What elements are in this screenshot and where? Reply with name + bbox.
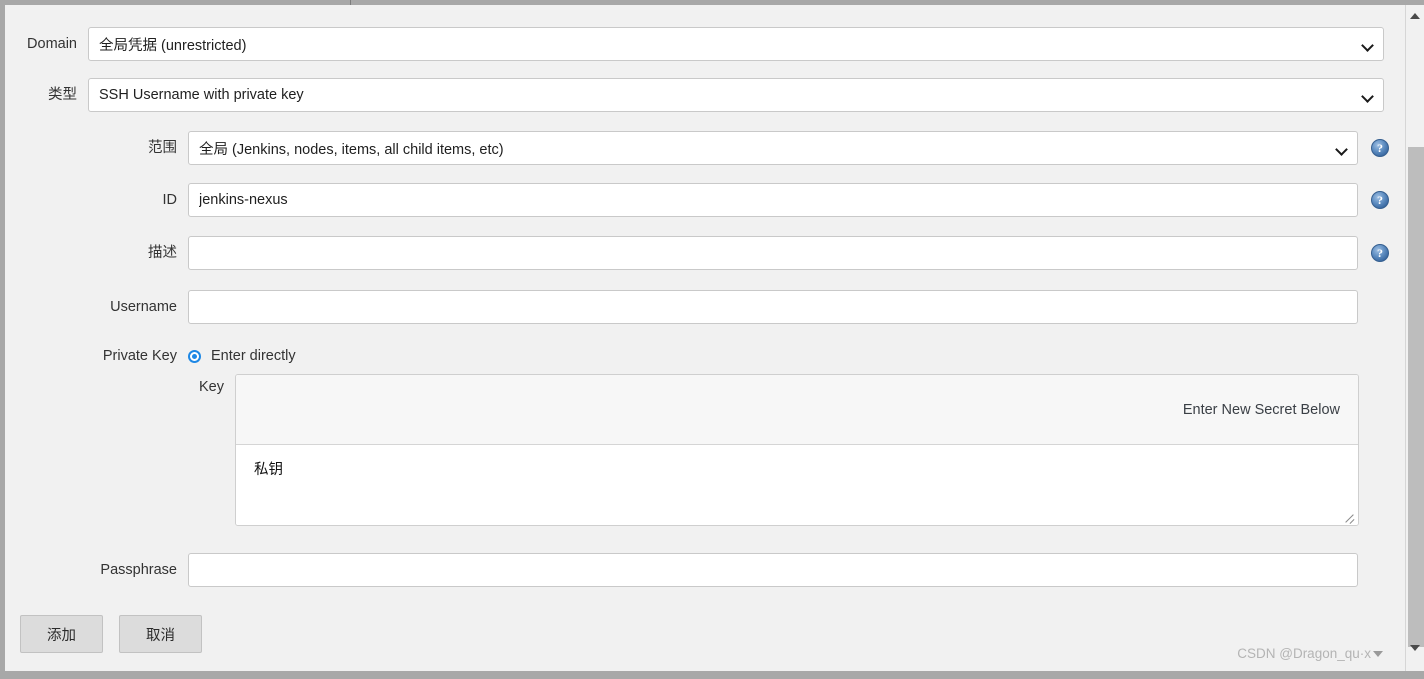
domain-select[interactable]: 全局凭据 (unrestricted) (88, 27, 1384, 61)
watermark: CSDN @Dragon_qu·x (1237, 646, 1383, 661)
key-label: Key (199, 379, 224, 395)
domain-label: Domain (27, 36, 77, 52)
description-label: 描述 (148, 245, 177, 261)
watermark-text: CSDN @Dragon_qu·x (1237, 646, 1371, 661)
passphrase-row: Passphrase (5, 553, 1358, 587)
screenshot-root: Domain 全局凭据 (unrestricted) 类型 SSH Userna… (0, 0, 1424, 679)
credentials-form-page: Domain 全局凭据 (unrestricted) 类型 SSH Userna… (5, 5, 1405, 671)
cancel-button[interactable]: 取消 (119, 615, 202, 653)
type-value: SSH Username with private key (99, 87, 304, 103)
username-row: Username (5, 290, 1358, 324)
type-row: 类型 SSH Username with private key (5, 78, 1384, 112)
enter-directly-radio-option[interactable]: Enter directly (188, 348, 296, 364)
window-bottom-border (0, 671, 1424, 679)
username-input[interactable] (188, 290, 1358, 324)
triangle-down-icon (1410, 645, 1420, 651)
form-actions: 添加 取消 (20, 615, 202, 653)
private-key-textarea-value: 私钥 (254, 462, 283, 478)
resize-grip-icon[interactable] (1343, 511, 1355, 523)
type-label: 类型 (48, 87, 77, 103)
enter-directly-label: Enter directly (211, 348, 296, 364)
id-help-icon[interactable]: ? (1371, 191, 1389, 209)
private-key-label: Private Key (102, 348, 177, 364)
passphrase-input[interactable] (188, 553, 1358, 587)
description-input[interactable] (188, 236, 1358, 270)
chevron-down-icon (1363, 41, 1372, 50)
domain-row: Domain 全局凭据 (unrestricted) (5, 27, 1384, 61)
scope-row: 范围 全局 (Jenkins, nodes, items, all child … (5, 131, 1389, 165)
scope-help-icon[interactable]: ? (1371, 139, 1389, 157)
passphrase-label: Passphrase (100, 562, 177, 578)
add-button[interactable]: 添加 (20, 615, 103, 653)
key-row: Key Enter New Secret Below 私钥 (5, 374, 1359, 526)
scroll-up-button[interactable] (1406, 7, 1424, 25)
triangle-up-icon (1410, 13, 1420, 19)
private-key-row: Private Key Enter directly (5, 347, 296, 365)
scrollbar-thumb[interactable] (1408, 147, 1424, 647)
chevron-down-icon (1363, 92, 1372, 101)
domain-value: 全局凭据 (unrestricted) (99, 37, 247, 54)
username-label: Username (110, 299, 177, 315)
id-row: ID jenkins-nexus ? (5, 183, 1389, 217)
vertical-scrollbar[interactable] (1405, 5, 1424, 671)
radio-icon[interactable] (188, 349, 201, 363)
private-key-textarea[interactable]: 私钥 (236, 445, 1358, 525)
scope-value: 全局 (Jenkins, nodes, items, all child ite… (199, 141, 504, 158)
scope-select[interactable]: 全局 (Jenkins, nodes, items, all child ite… (188, 131, 1358, 165)
description-row: 描述 ? (5, 236, 1389, 270)
chevron-down-icon (1337, 145, 1346, 154)
id-value: jenkins-nexus (199, 192, 288, 208)
secret-key-widget: Enter New Secret Below 私钥 (235, 374, 1359, 526)
id-label: ID (162, 192, 178, 208)
secret-header-label: Enter New Secret Below (236, 375, 1358, 445)
triangle-down-icon (1373, 650, 1383, 657)
scroll-down-button[interactable] (1406, 639, 1424, 657)
scope-label: 范围 (148, 140, 177, 156)
id-input[interactable]: jenkins-nexus (188, 183, 1358, 217)
description-help-icon[interactable]: ? (1371, 244, 1389, 262)
type-select[interactable]: SSH Username with private key (88, 78, 1384, 112)
